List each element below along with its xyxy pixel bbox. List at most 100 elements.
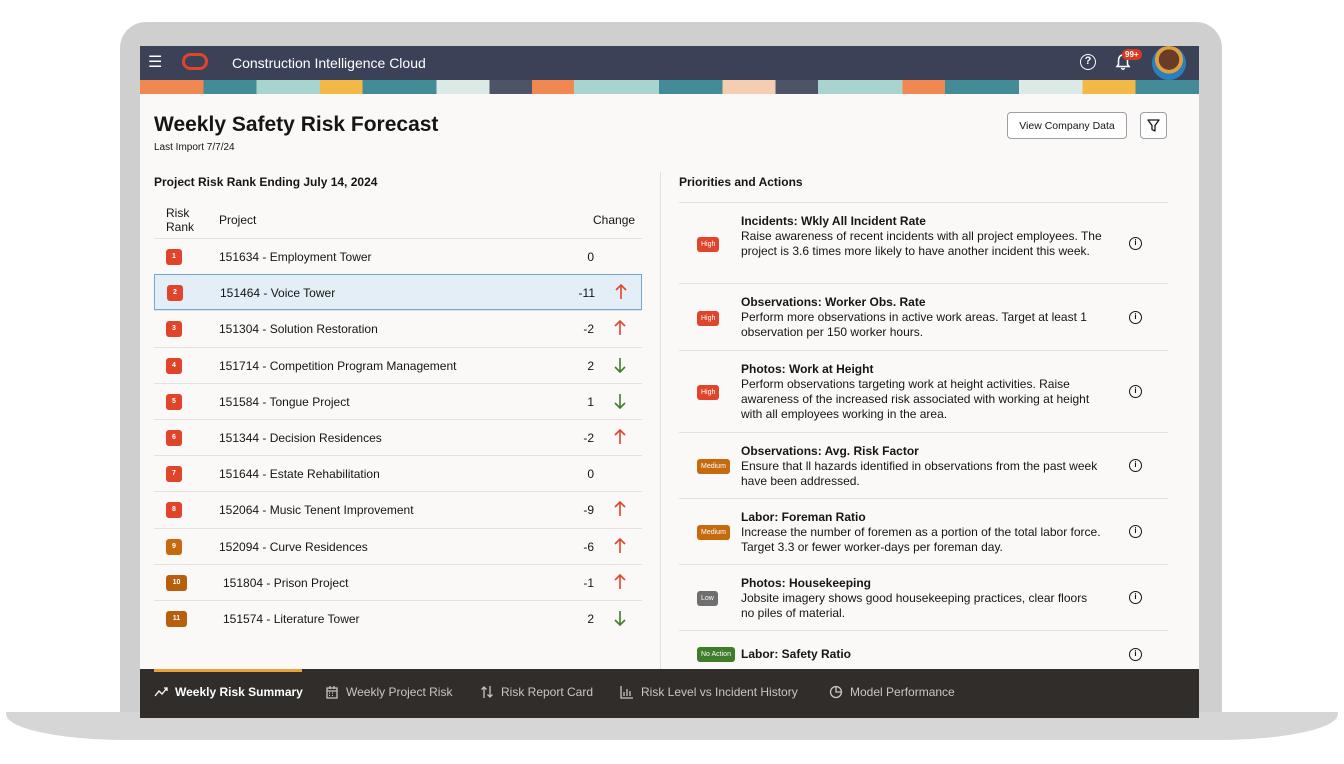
table-row[interactable]: 6 151344 - Decision Residences -2 [154, 418, 642, 455]
filter-button[interactable] [1140, 112, 1167, 139]
priority-title: Labor: Foreman Ratio [741, 509, 866, 524]
table-row[interactable]: 1 151634 - Employment Tower 0 [154, 238, 642, 274]
table-row[interactable]: 11 151574 - Literature Tower 2 [154, 599, 642, 636]
info-icon[interactable]: i [1129, 648, 1142, 661]
rank-badge: 7 [166, 466, 182, 483]
priority-item[interactable]: High Incidents: Wkly All Incident Rate Rai… [679, 202, 1168, 283]
project-name[interactable]: 152094 - Curve Residences [219, 540, 368, 554]
priority-item[interactable]: Low Photos: Housekeeping Jobsite imagery s… [679, 564, 1168, 630]
priority-item[interactable]: High Observations: Worker Obs. Rate Perfor… [679, 283, 1168, 350]
rank-badge: 8 [166, 502, 182, 519]
info-icon[interactable]: i [1129, 459, 1142, 472]
active-tab-indicator [154, 669, 302, 672]
project-name[interactable]: 151714 - Competition Program Management [219, 359, 456, 373]
priority-level-badge: High [697, 310, 720, 326]
priority-level-badge: Low [697, 591, 718, 606]
table-row[interactable]: 9 152094 - Curve Residences -6 [154, 527, 642, 564]
arrow-down-icon [614, 357, 626, 373]
project-name[interactable]: 151584 - Tongue Project [219, 395, 350, 409]
nav-tab-label: Risk Level vs Incident History [641, 685, 798, 699]
table-row[interactable]: 2 151464 - Voice Tower -11 [154, 274, 642, 311]
project-name[interactable]: 151634 - Employment Tower [219, 250, 372, 264]
app-screen: ☰ Construction Intelligence Cloud ? 99+ … [140, 46, 1199, 718]
filter-icon [1147, 119, 1160, 132]
risk-table-body: 1 151634 - Employment Tower 0 2 151464 - Voi… [154, 238, 642, 636]
arrow-up-icon [614, 501, 626, 517]
project-name[interactable]: 151804 - Prison Project [223, 576, 348, 590]
priority-item[interactable]: Medium Observations: Avg. Risk Factor Ensu… [679, 432, 1168, 498]
table-row[interactable]: 10 151804 - Prison Project -1 [154, 563, 642, 600]
project-name[interactable]: 151574 - Literature Tower [223, 612, 360, 626]
priority-item[interactable]: High Photos: Work at Height Perform observ… [679, 350, 1168, 432]
table-row[interactable]: 4 151714 - Competition Program Management… [154, 346, 642, 383]
nav-tab-label: Weekly Project Risk [346, 685, 453, 699]
priority-description: Perform more observations in active work… [741, 310, 1087, 339]
nav-tab[interactable]: Model Performance [829, 685, 955, 699]
project-name[interactable]: 152064 - Music Tenent Improvement [219, 503, 414, 517]
nav-tab[interactable]: Weekly Risk Summary [154, 685, 303, 699]
rank-badge: 4 [166, 357, 182, 374]
nav-tab[interactable]: Risk Level vs Incident History [620, 685, 798, 699]
priority-item[interactable]: Medium Labor: Foreman Ratio Increase the n… [679, 498, 1168, 564]
project-name[interactable]: 151464 - Voice Tower [220, 286, 335, 300]
info-icon[interactable]: i [1129, 236, 1142, 250]
rank-badge: 1 [166, 249, 182, 265]
arrow-down-icon [614, 393, 626, 409]
priority-title: Labor: Safety Ratio [741, 647, 852, 661]
table-row[interactable]: 7 151644 - Estate Rehabilitation 0 [154, 455, 642, 491]
priority-title: Photos: Housekeeping [741, 575, 872, 590]
priority-title: Incidents: Wkly All Incident Rate [741, 213, 926, 228]
notification-badge: 99+ [1122, 49, 1142, 60]
rank-badge: 3 [166, 321, 182, 338]
view-company-data-button[interactable]: View Company Data [1007, 112, 1127, 139]
last-import-date: Last Import 7/7/24 [154, 142, 235, 153]
priority-title: Observations: Worker Obs. Rate [741, 295, 926, 309]
priorities-title: Priorities and Actions [679, 175, 803, 189]
priority-description: Increase the number of foremen as a port… [741, 524, 1101, 554]
decorative-banner [140, 80, 1199, 94]
rank-badge: 11 [166, 610, 187, 627]
change-value: -6 [583, 539, 594, 554]
change-value: -2 [583, 430, 594, 445]
nav-tab[interactable]: Weekly Project Risk [325, 685, 452, 699]
rank-column-header: Risk Rank [166, 206, 195, 234]
priority-title: Observations: Avg. Risk Factor [741, 443, 919, 458]
change-value: -9 [583, 503, 594, 518]
nav-tab-label: Model Performance [850, 685, 955, 699]
project-name[interactable]: 151344 - Decision Residences [219, 431, 382, 445]
priorities-list: High Incidents: Wkly All Incident Rate Rai… [679, 202, 1168, 672]
arrow-down-icon [614, 610, 626, 627]
info-icon[interactable]: i [1129, 385, 1142, 398]
gear-chart-icon [829, 685, 843, 699]
project-name[interactable]: 151304 - Solution Restoration [219, 322, 378, 336]
arrow-up-icon [615, 284, 627, 300]
table-row[interactable]: 5 151584 - Tongue Project 1 [154, 382, 642, 419]
table-row[interactable]: 3 151304 - Solution Restoration -2 [154, 310, 642, 346]
info-icon[interactable]: i [1129, 310, 1142, 324]
project-column-header: Project [219, 213, 257, 227]
avatar[interactable] [1152, 46, 1186, 80]
change-value: -1 [583, 575, 594, 590]
hamburger-menu-icon[interactable]: ☰ [148, 54, 162, 72]
change-value: 1 [587, 394, 594, 409]
priority-item[interactable]: No Action Labor: Safety Ratio i [679, 630, 1168, 672]
rank-badge: 5 [166, 393, 182, 410]
risk-table-title: Project Risk Rank Ending July 14, 2024 [154, 175, 378, 189]
project-name[interactable]: 151644 - Estate Rehabilitation [219, 467, 380, 481]
nav-tab[interactable]: Risk Report Card [480, 685, 593, 699]
help-icon[interactable]: ? [1080, 54, 1096, 70]
info-icon[interactable]: i [1129, 591, 1142, 604]
change-value: -2 [583, 322, 594, 337]
change-value: -11 [578, 286, 595, 301]
info-icon[interactable]: i [1129, 525, 1142, 538]
priority-level-badge: High [697, 236, 720, 252]
page-title: Weekly Safety Risk Forecast [154, 113, 439, 136]
rank-badge: 6 [166, 429, 182, 446]
rank-badge: 9 [166, 538, 182, 555]
rank-badge: 10 [166, 574, 187, 591]
top-bar: ☰ Construction Intelligence Cloud ? 99+ [140, 46, 1199, 80]
table-row[interactable]: 8 152064 - Music Tenent Improvement -9 [154, 491, 642, 527]
change-column-header: Change [593, 213, 636, 227]
change-value: 0 [587, 250, 594, 264]
oracle-logo-icon [182, 53, 208, 70]
